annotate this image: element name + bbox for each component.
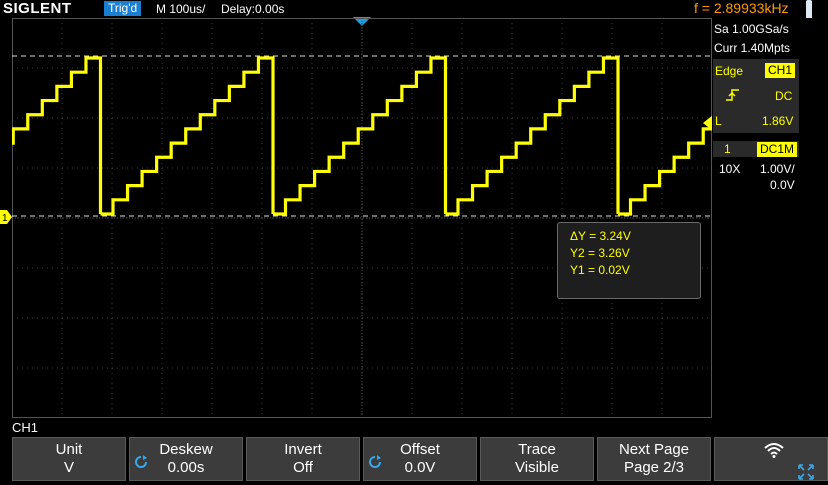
vertical-scale: 1.00V/ xyxy=(760,162,795,176)
channel-number: 1 xyxy=(724,142,731,156)
softkey-title: Next Page xyxy=(618,441,690,458)
top-status-bar: SIGLENT Trig'd M 100us/ Delay:0.00s f = … xyxy=(0,0,828,26)
softkey-value: Visible xyxy=(515,459,559,476)
softkey-title: Unit xyxy=(55,441,83,458)
unit-softkey[interactable]: Unit V xyxy=(12,437,126,481)
trigger-source-badge: CH1 xyxy=(765,63,796,78)
next-page-softkey[interactable]: Next Page Page 2/3 xyxy=(597,437,711,481)
brand-logo: SIGLENT xyxy=(3,0,72,17)
menu-channel-label: CH1 xyxy=(12,420,39,435)
rotate-knob-icon xyxy=(369,455,381,468)
svg-text:1: 1 xyxy=(2,213,8,224)
softkey-title: Trace xyxy=(518,441,556,458)
side-info-panel: Sa 1.00GSa/s Curr 1.40Mpts Edge CH1 DC L… xyxy=(712,18,828,418)
rising-edge-icon xyxy=(726,89,739,101)
deskew-softkey[interactable]: Deskew 0.00s xyxy=(129,437,243,481)
channel1-ground-marker-icon[interactable]: 1 xyxy=(0,210,12,224)
cursor-measurement-box: ΔY = 3.24V Y2 = 3.26V Y1 = 0.02V xyxy=(557,222,701,299)
trigger-level-value: 1.86V xyxy=(762,114,794,128)
softkey-value: Page 2/3 xyxy=(623,459,685,476)
timebase-readout[interactable]: M 100us/ xyxy=(156,2,205,16)
softkey-value: V xyxy=(63,459,74,476)
y1-readout: Y1 = 0.02V xyxy=(570,263,630,277)
delay-readout[interactable]: Delay:0.00s xyxy=(221,2,284,16)
vertical-offset: 0.0V xyxy=(770,178,795,192)
invert-softkey[interactable]: Invert Off xyxy=(246,437,360,481)
waveform-display[interactable] xyxy=(12,18,712,418)
channel-coupling-badge: DC1M xyxy=(757,142,798,157)
trigger-type: Edge xyxy=(715,64,744,78)
trace-softkey[interactable]: Trace Visible xyxy=(480,437,594,481)
waveform-grid xyxy=(12,18,712,418)
fullscreen-icon[interactable] xyxy=(798,464,814,480)
offset-softkey[interactable]: Offset 0.0V xyxy=(363,437,477,481)
softkey-value: Off xyxy=(293,459,313,476)
probe-attenuation: 10X xyxy=(719,162,741,176)
y2-readout: Y2 = 3.26V xyxy=(570,246,630,260)
trigger-level-label: L xyxy=(715,114,722,128)
frequency-readout: f = 2.89933kHz xyxy=(694,0,789,16)
rotate-knob-icon xyxy=(135,455,147,468)
softkey-title: Invert xyxy=(284,441,322,458)
wifi-icon xyxy=(764,443,784,458)
trigger-status-badge: Trig'd xyxy=(104,1,142,16)
softkey-menu: Unit V Deskew 0.00s Invert Off Offset 0.… xyxy=(12,437,828,485)
memory-depth: Curr 1.40Mpts xyxy=(714,41,791,55)
sample-rate: Sa 1.00GSa/s xyxy=(714,22,789,36)
trigger-coupling: DC xyxy=(775,89,793,103)
delta-y-readout: ΔY = 3.24V xyxy=(570,229,631,243)
